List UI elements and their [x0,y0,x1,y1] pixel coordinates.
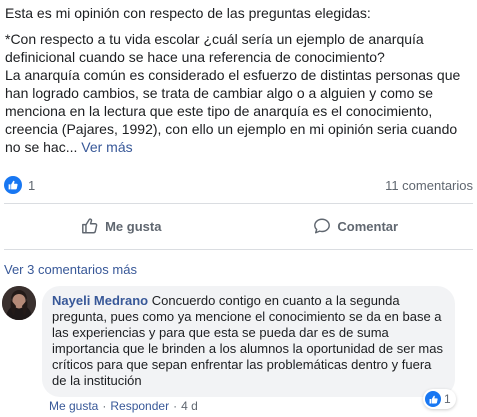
comment-reply-link[interactable]: Responder [110,399,169,413]
meta-separator: · [173,399,178,413]
like-count: 1 [28,177,36,193]
comment-button-label: Comentar [337,218,399,234]
reactions-summary[interactable]: 1 [4,176,35,194]
post-answer: La anarquía común es considerado el esfu… [5,66,473,156]
post-stats: 1 11 comentarios [4,174,473,196]
view-more-comments-link[interactable]: Ver 3 comentarios más [4,262,137,277]
post-question: *Con respecto a tu vida escolar ¿cuál se… [5,31,424,65]
comment-button[interactable]: Comentar [239,209,474,243]
comment-author[interactable]: Nayeli Medrano [52,293,148,308]
meta-separator: · [102,399,107,413]
comments-count[interactable]: 11 comentarios [385,178,473,193]
like-reaction-icon [425,391,441,407]
divider [4,203,473,204]
like-thumb-icon [82,218,98,234]
post-answer-text: La anarquía común es considerado el esfu… [5,67,461,155]
post-body: Esta es mi opinión con respecto de las p… [5,4,473,156]
like-reaction-icon [4,176,22,194]
post-actions: Me gusta Comentar [4,209,473,243]
avatar[interactable] [2,286,36,320]
comment-timestamp[interactable]: 4 d [181,399,198,413]
post-intro: Esta es mi opinión con respecto de las p… [5,5,371,21]
comment-reaction-count: 1 [444,392,451,406]
comment-like-link[interactable]: Me gusta [49,399,98,413]
like-button[interactable]: Me gusta [4,209,239,243]
see-more-link[interactable]: Ver más [81,139,132,155]
comment-meta: Me gusta · Responder · 4 d [49,399,198,413]
divider [4,249,473,250]
comment-bubble: Nayeli Medrano Concuerdo contigo en cuan… [42,286,455,397]
like-button-label: Me gusta [105,218,162,234]
comment-bubble-icon [314,218,331,234]
comment-reaction-summary[interactable]: 1 [423,389,456,409]
